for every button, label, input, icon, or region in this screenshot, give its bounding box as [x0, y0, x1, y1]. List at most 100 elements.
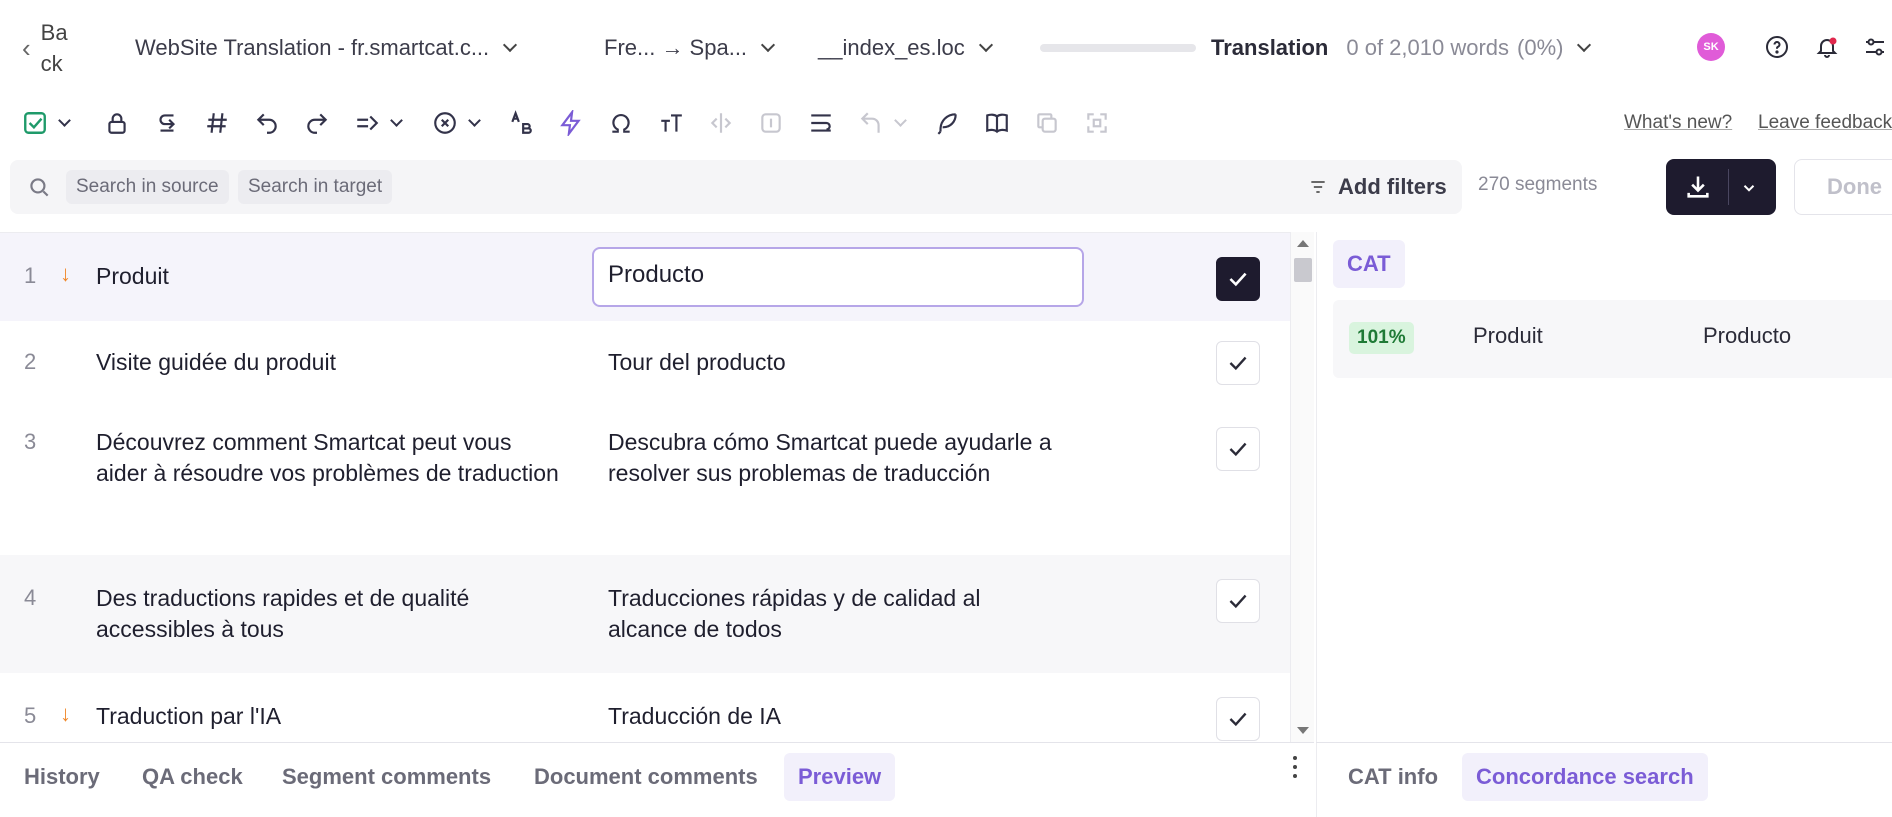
word-count: 0 of 2,010 words	[1346, 35, 1510, 60]
clear-tool[interactable]	[432, 108, 481, 138]
chevron-down-icon	[468, 113, 481, 127]
segment-source: Produit	[96, 263, 169, 289]
segment-target[interactable]: Descubra cómo Smartcat puede ayudarle a …	[608, 427, 1058, 489]
progress-bar	[1040, 44, 1196, 52]
lock-icon[interactable]	[104, 108, 130, 138]
bell-icon[interactable]	[1812, 32, 1842, 62]
bottom-tab-bar: History QA check Segment comments Docume…	[0, 742, 1314, 817]
segment-number: 5	[24, 703, 37, 728]
search-bar: Search in source Search in target Add fi…	[10, 160, 1462, 214]
confirm-checkbox[interactable]	[1216, 341, 1260, 385]
scroll-up-icon[interactable]	[1297, 240, 1309, 247]
segment-target[interactable]: Traducciones rápidas y de calidad al alc…	[608, 583, 1058, 645]
table-row[interactable]: 2 Visite guidée du produit Tour del prod…	[0, 321, 1290, 407]
match-target: Producto	[1703, 323, 1792, 348]
project-selector[interactable]: WebSite Translation - fr.smartcat.c...	[135, 30, 519, 66]
table-row[interactable]: 3 Découvrez comment Smartcat peut vous a…	[0, 407, 1290, 555]
match-score-badge: 101%	[1349, 322, 1414, 354]
project-name: WebSite Translation - fr.smartcat.c...	[135, 35, 490, 60]
confirm-checkbox[interactable]	[1216, 697, 1260, 741]
lightning-icon[interactable]	[558, 108, 584, 138]
add-filters-button[interactable]: Add filters	[1308, 170, 1447, 204]
hashtag-icon[interactable]	[204, 108, 230, 138]
tab-concordance-search[interactable]: Concordance search	[1462, 753, 1708, 801]
back-label: Back	[40, 20, 68, 76]
segment-target[interactable]: Traducción de IA	[608, 701, 1058, 732]
tab-history[interactable]: History	[10, 753, 114, 801]
search-source-input[interactable]: Search in source	[66, 170, 229, 204]
word-percent: (0%)	[1517, 35, 1564, 60]
copy-icon[interactable]	[1034, 108, 1060, 138]
scroll-down-icon[interactable]	[1297, 727, 1309, 734]
file-name: __index_es.loc	[818, 35, 965, 60]
copy-source-icon[interactable]	[154, 108, 180, 138]
table-row[interactable]: 4 Des traductions rapides et de qualité …	[0, 555, 1290, 673]
expand-icon[interactable]	[1084, 108, 1110, 138]
settings-sliders-icon[interactable]	[1860, 32, 1890, 62]
chevron-down-icon	[390, 113, 403, 127]
confirm-checkbox[interactable]	[1216, 427, 1260, 471]
segment-number: 4	[24, 585, 37, 610]
confirm-segment-tool[interactable]	[22, 108, 71, 138]
tab-preview[interactable]: Preview	[784, 753, 896, 801]
check-icon	[1229, 272, 1247, 287]
tab-cat-info[interactable]: CAT info	[1334, 753, 1452, 801]
segment-number: 2	[24, 349, 37, 374]
redo-icon[interactable]	[304, 108, 330, 138]
divider	[1728, 169, 1729, 205]
whats-new-link[interactable]: What's new?	[1624, 112, 1732, 134]
segment-scrollbar[interactable]	[1290, 232, 1314, 742]
chevron-down-icon	[58, 113, 71, 127]
book-icon[interactable]	[984, 108, 1010, 138]
chevron-down-icon	[978, 37, 993, 53]
arrow-down-icon: ↓	[60, 701, 71, 726]
check-icon	[1229, 594, 1247, 609]
omega-icon[interactable]	[608, 108, 634, 138]
segment-count: 270 segments	[1478, 174, 1598, 195]
tab-cat[interactable]: CAT	[1333, 240, 1405, 288]
chevron-down-icon	[760, 37, 776, 53]
segment-source: Des traductions rapides et de qualité ac…	[96, 585, 470, 642]
merge-segment-icon[interactable]	[758, 108, 784, 138]
split-segment-icon[interactable]	[708, 108, 734, 138]
cat-match-row[interactable]: 101% Produit Producto	[1333, 300, 1892, 378]
undo-icon[interactable]	[254, 108, 280, 138]
right-tab-bar: CAT info Concordance search	[1316, 742, 1892, 817]
segment-table: 1 ↓ Produit Producto 2 Visite guidée du …	[0, 232, 1290, 742]
arrow-down-icon: ↓	[60, 261, 71, 286]
segment-source: Découvrez comment Smartcat peut vous aid…	[96, 429, 559, 486]
chevron-down-icon[interactable]	[1740, 179, 1758, 197]
file-selector[interactable]: __index_es.loc	[818, 30, 995, 66]
help-icon[interactable]	[1762, 32, 1792, 62]
avatar[interactable]: SK	[1697, 33, 1725, 61]
leave-feedback-link[interactable]: Leave feedback	[1758, 112, 1892, 134]
table-row[interactable]: 1 ↓ Produit Producto	[0, 233, 1290, 321]
search-target-input[interactable]: Search in target	[238, 170, 393, 204]
tab-document-comments[interactable]: Document comments	[520, 753, 772, 801]
feather-icon[interactable]	[934, 108, 960, 138]
done-button[interactable]: Done	[1794, 159, 1892, 215]
segment-target[interactable]: Tour del producto	[608, 347, 1058, 378]
download-button[interactable]	[1666, 159, 1776, 215]
stage-selector[interactable]: Translation 0 of 2,010 words (0%)	[1211, 30, 1593, 66]
insert-tag-tool[interactable]	[354, 108, 403, 138]
wrap-text-icon[interactable]	[808, 108, 834, 138]
table-row[interactable]: 5 ↓ Traduction par l'IA Traducción de IA	[0, 673, 1290, 742]
check-icon	[1229, 712, 1247, 727]
change-case-icon[interactable]	[508, 108, 534, 138]
filter-icon	[1311, 181, 1325, 193]
confirm-checkbox[interactable]	[1216, 257, 1260, 301]
back-button[interactable]: ‹ Back	[22, 14, 69, 82]
language-pair: Fre... → Spa...	[604, 35, 748, 60]
more-options-icon[interactable]	[1290, 756, 1300, 778]
scroll-thumb[interactable]	[1294, 258, 1312, 282]
chevron-down-icon	[503, 37, 518, 53]
language-pair-selector[interactable]: Fre... → Spa...	[604, 30, 777, 66]
tab-segment-comments[interactable]: Segment comments	[268, 753, 505, 801]
segment-target-editor[interactable]: Producto	[592, 247, 1084, 307]
tab-qa-check[interactable]: QA check	[128, 753, 257, 801]
text-size-icon[interactable]	[658, 108, 684, 138]
revert-tool[interactable]	[858, 108, 907, 138]
segment-number: 3	[24, 429, 37, 454]
confirm-checkbox[interactable]	[1216, 579, 1260, 623]
